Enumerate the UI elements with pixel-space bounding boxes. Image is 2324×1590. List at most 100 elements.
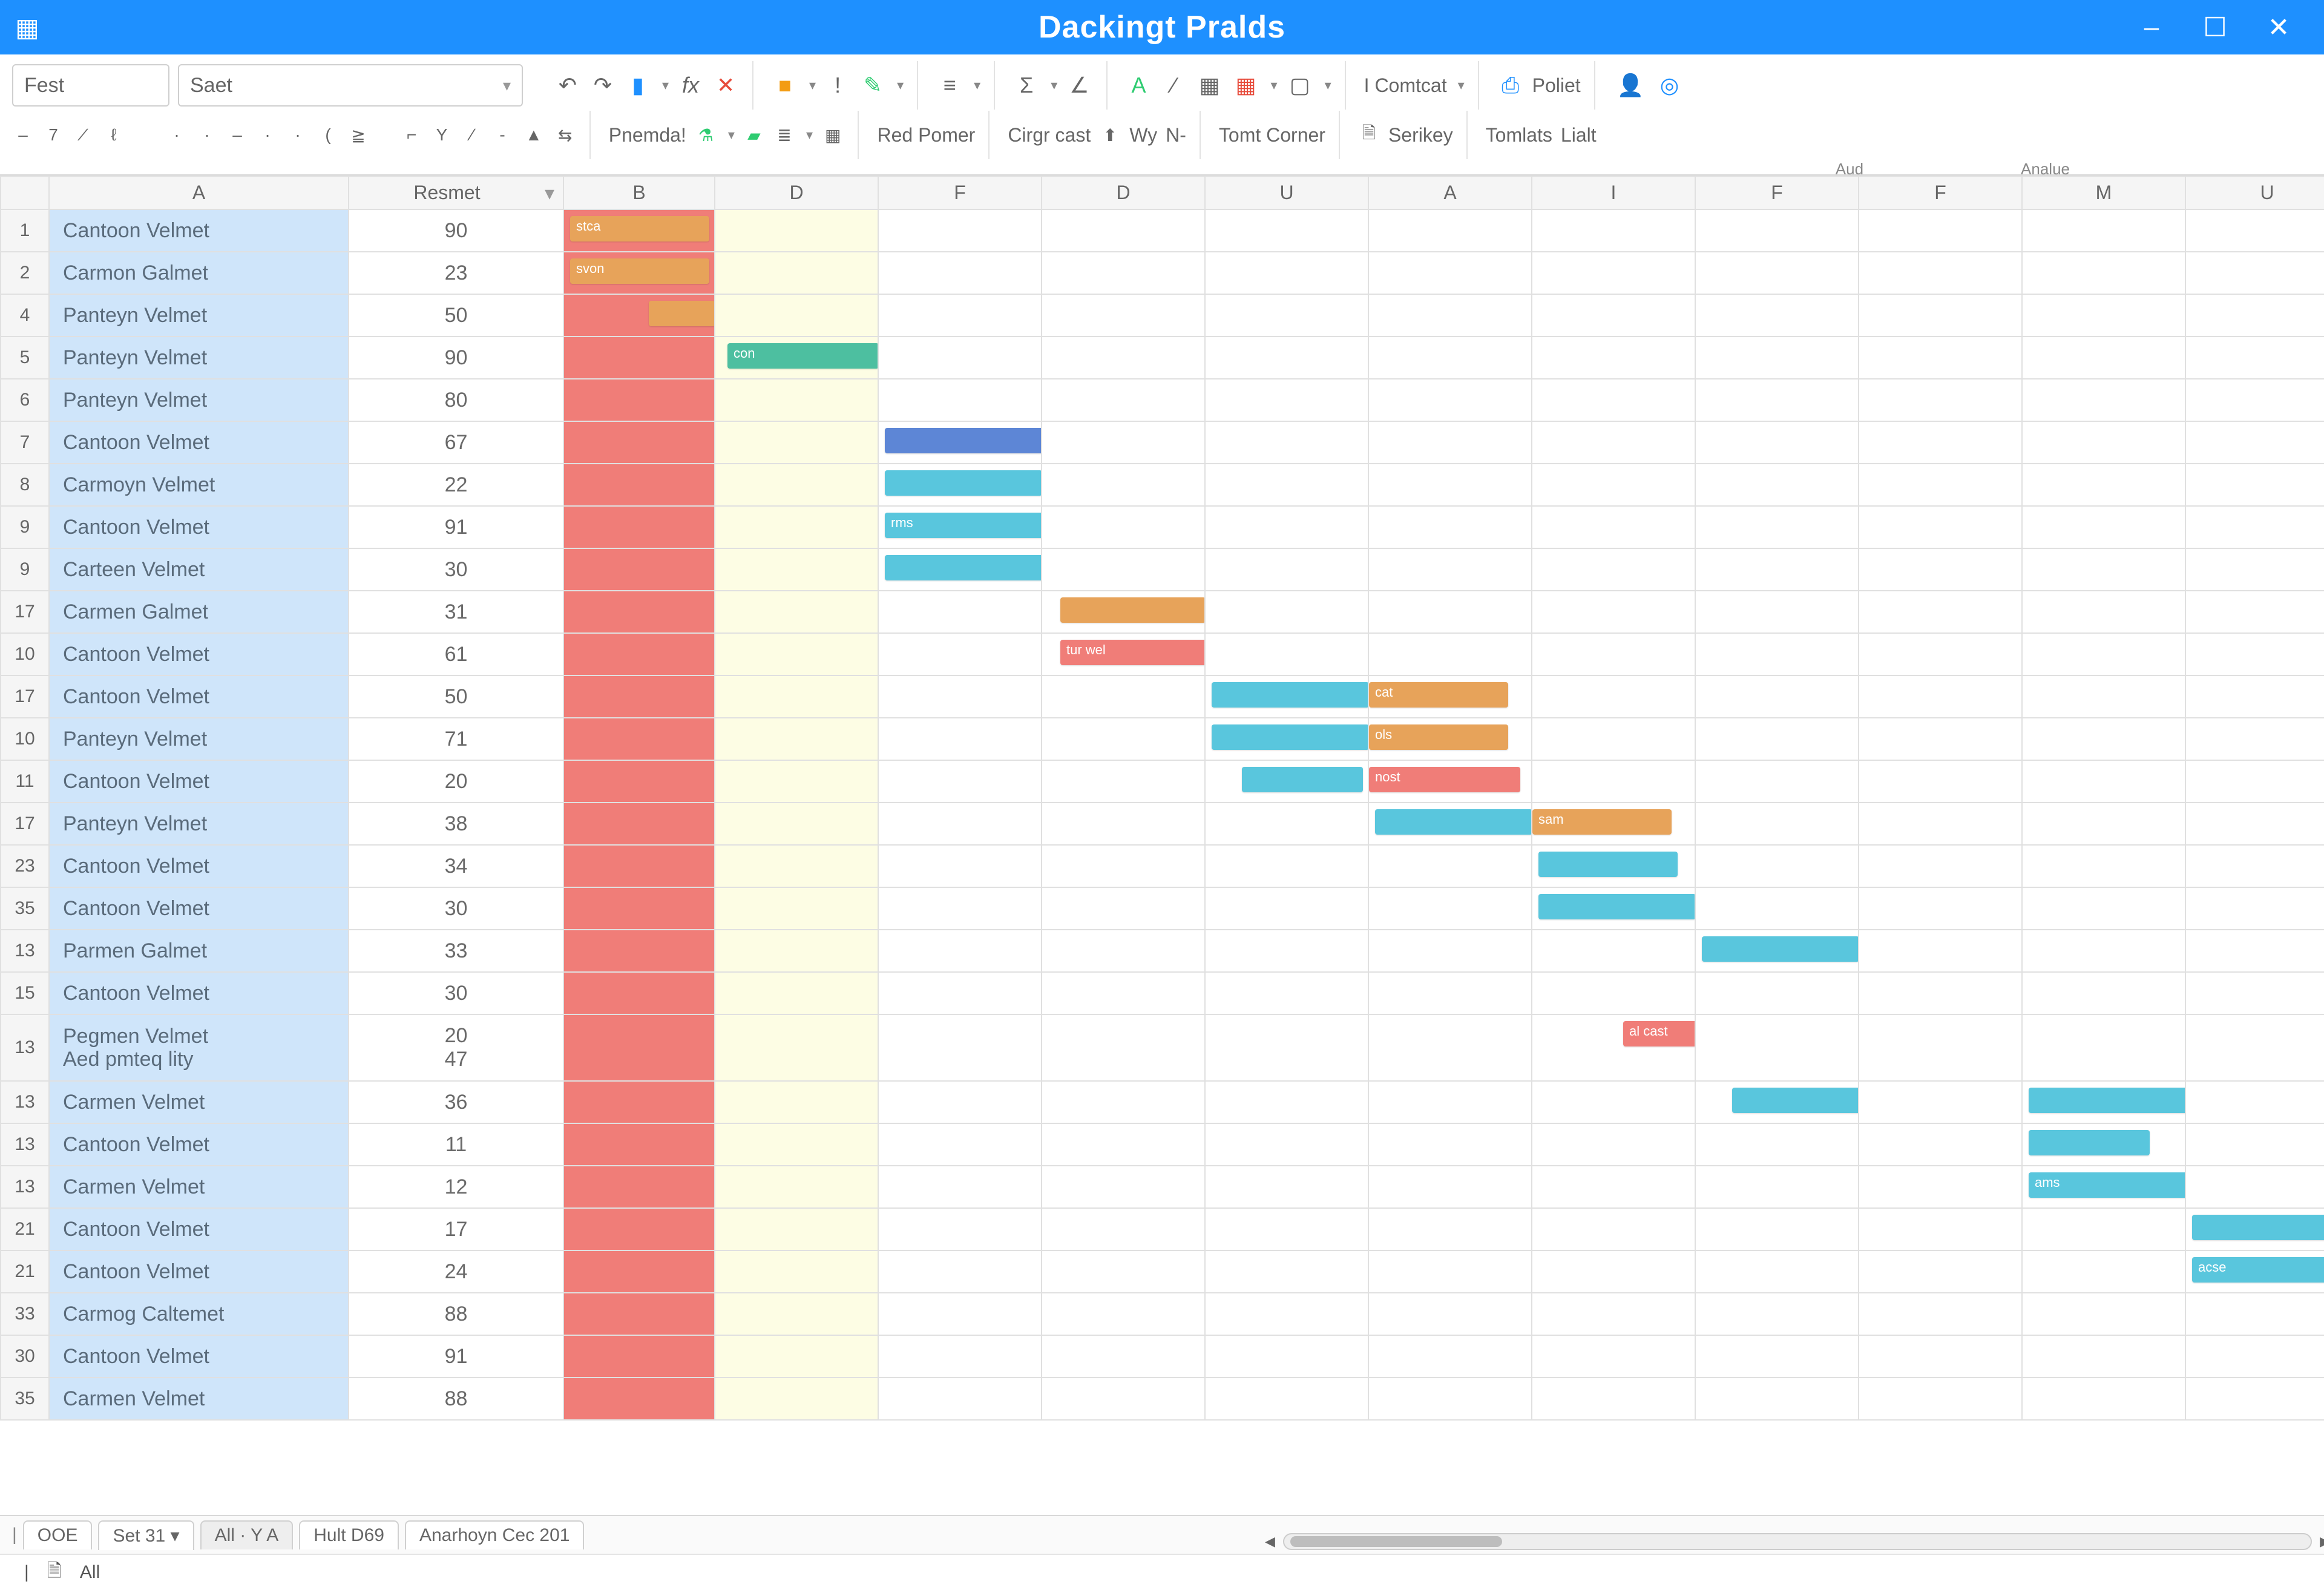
table-row[interactable]: 9Cantoon Velmet91rms (1, 506, 2324, 548)
gantt-cell[interactable] (2185, 675, 2324, 718)
gantt-cell[interactable] (1368, 421, 1532, 464)
gantt-cell[interactable] (1859, 1208, 2022, 1250)
row2-btn-7[interactable]: · (257, 117, 278, 153)
gantt-cell[interactable] (2022, 1335, 2185, 1378)
gantt-cell[interactable] (1532, 421, 1695, 464)
gantt-cell[interactable] (1205, 464, 1368, 506)
gantt-bar[interactable] (649, 301, 715, 326)
gantt-cell[interactable]: rms (878, 506, 1042, 548)
task-name-cell[interactable]: Cantoon Velmet (49, 760, 349, 803)
gantt-cell[interactable] (715, 1293, 878, 1335)
row2-m2[interactable]: ∕ (461, 117, 483, 153)
spreadsheet-grid[interactable]: A Resmet ▾ B D F D U A I F F M U M 1Cant… (0, 176, 2324, 1421)
gantt-cell[interactable] (1042, 1335, 1205, 1378)
gantt-cell[interactable] (2022, 464, 2185, 506)
row-header[interactable]: 17 (1, 675, 49, 718)
gantt-bar[interactable] (2029, 1130, 2150, 1155)
gantt-cell[interactable] (1532, 1208, 1695, 1250)
gantt-cell[interactable] (2022, 1250, 2185, 1293)
gantt-cell[interactable] (563, 1166, 715, 1208)
red-power-button[interactable]: Red Pomer (877, 124, 975, 146)
table-row[interactable]: 21Cantoon Velmet24acse (1, 1250, 2324, 1293)
row-header[interactable]: 7 (1, 421, 49, 464)
table-row[interactable]: 8Carmoyn Velmet22 (1, 464, 2324, 506)
formula-fx-icon[interactable]: fx (677, 67, 704, 103)
gantt-cell[interactable] (563, 803, 715, 845)
gantt-cell[interactable] (878, 1293, 1042, 1335)
gantt-cell[interactable] (1695, 1166, 1859, 1208)
gantt-cell[interactable] (1532, 506, 1695, 548)
gantt-cell[interactable] (878, 1335, 1042, 1378)
task-name-cell[interactable]: Carteen Velmet (49, 548, 349, 591)
gantt-cell[interactable] (1205, 1081, 1368, 1123)
task-name-cell[interactable]: Cantoon Velmet (49, 972, 349, 1014)
gantt-cell[interactable] (1695, 379, 1859, 421)
gantt-cell[interactable] (1532, 633, 1695, 675)
print-icon[interactable]: ⎙ (1497, 67, 1524, 103)
task-name-cell[interactable]: Panteyn Velmet (49, 337, 349, 379)
gantt-cell[interactable] (715, 464, 878, 506)
gantt-cell[interactable] (2185, 972, 2324, 1014)
gantt-cell[interactable] (1042, 845, 1205, 887)
gantt-cell[interactable] (715, 252, 878, 294)
gantt-cell[interactable] (1042, 506, 1205, 548)
value-cell[interactable]: 36 (349, 1081, 563, 1123)
gantt-cell[interactable] (1859, 1123, 2022, 1166)
gantt-cell[interactable] (1532, 464, 1695, 506)
gantt-cell[interactable] (2185, 718, 2324, 760)
row2-btn-10[interactable]: ≧ (347, 117, 369, 153)
col-header[interactable]: I (1532, 176, 1695, 209)
col-header[interactable]: U (2185, 176, 2324, 209)
status-all-label[interactable]: All (80, 1562, 100, 1583)
angle-icon[interactable]: ∠ (1066, 67, 1092, 103)
table-row[interactable]: 5Panteyn Velmet90con (1, 337, 2324, 379)
gantt-bar[interactable] (1060, 597, 1205, 623)
value-cell[interactable]: 11 (349, 1123, 563, 1166)
gantt-cell[interactable]: svon (563, 252, 715, 294)
gantt-bar[interactable]: ols (1369, 724, 1508, 750)
row-header[interactable]: 17 (1, 803, 49, 845)
task-name-cell[interactable]: Cantoon Velmet (49, 887, 349, 930)
gantt-cell[interactable] (878, 633, 1042, 675)
gantt-cell[interactable] (715, 1166, 878, 1208)
gantt-cell[interactable] (1532, 1166, 1695, 1208)
gantt-cell[interactable] (2185, 1378, 2324, 1420)
gantt-bar[interactable]: ams (2029, 1172, 2185, 1198)
gantt-cell[interactable] (715, 845, 878, 887)
gantt-cell[interactable] (1368, 972, 1532, 1014)
gantt-cell[interactable] (1532, 1293, 1695, 1335)
horizontal-scrollbar[interactable]: ◀ ▶ (1283, 1533, 2312, 1550)
gantt-cell[interactable] (2185, 337, 2324, 379)
gantt-cell[interactable] (1042, 718, 1205, 760)
gantt-cell[interactable] (1368, 1081, 1532, 1123)
value-cell[interactable]: 71 (349, 718, 563, 760)
gantt-cell[interactable] (1368, 1378, 1532, 1420)
gantt-cell[interactable] (1859, 633, 2022, 675)
gantt-cell[interactable] (2022, 1293, 2185, 1335)
value-cell[interactable]: 34 (349, 845, 563, 887)
gantt-cell[interactable] (1368, 1250, 1532, 1293)
gantt-cell[interactable] (1859, 591, 2022, 633)
gantt-cell[interactable] (715, 930, 878, 972)
gantt-cell[interactable] (1859, 675, 2022, 718)
gantt-cell[interactable] (2185, 845, 2324, 887)
gantt-cell[interactable] (1859, 379, 2022, 421)
gantt-cell[interactable]: acse (2185, 1250, 2324, 1293)
sheet-tab[interactable]: All · Y A (200, 1520, 294, 1549)
gantt-cell[interactable] (1368, 887, 1532, 930)
gantt-cell[interactable] (1532, 252, 1695, 294)
gantt-cell[interactable] (1368, 1293, 1532, 1335)
gantt-cell[interactable] (1859, 337, 2022, 379)
gantt-cell[interactable] (1042, 1166, 1205, 1208)
gantt-bar[interactable]: svon (570, 258, 709, 284)
gantt-bar[interactable]: sam (1532, 809, 1672, 835)
gantt-cell[interactable] (1532, 337, 1695, 379)
value-cell[interactable]: 20 (349, 760, 563, 803)
gantt-cell[interactable] (1042, 379, 1205, 421)
gantt-cell[interactable] (1368, 1208, 1532, 1250)
table-row[interactable]: 10Panteyn Velmet71ols (1, 718, 2324, 760)
format-painter-icon[interactable]: ▮ (625, 67, 651, 103)
gantt-cell[interactable] (563, 718, 715, 760)
table-row[interactable]: 13Carmen Velmet36 (1, 1081, 2324, 1123)
row-header[interactable]: 2 (1, 252, 49, 294)
